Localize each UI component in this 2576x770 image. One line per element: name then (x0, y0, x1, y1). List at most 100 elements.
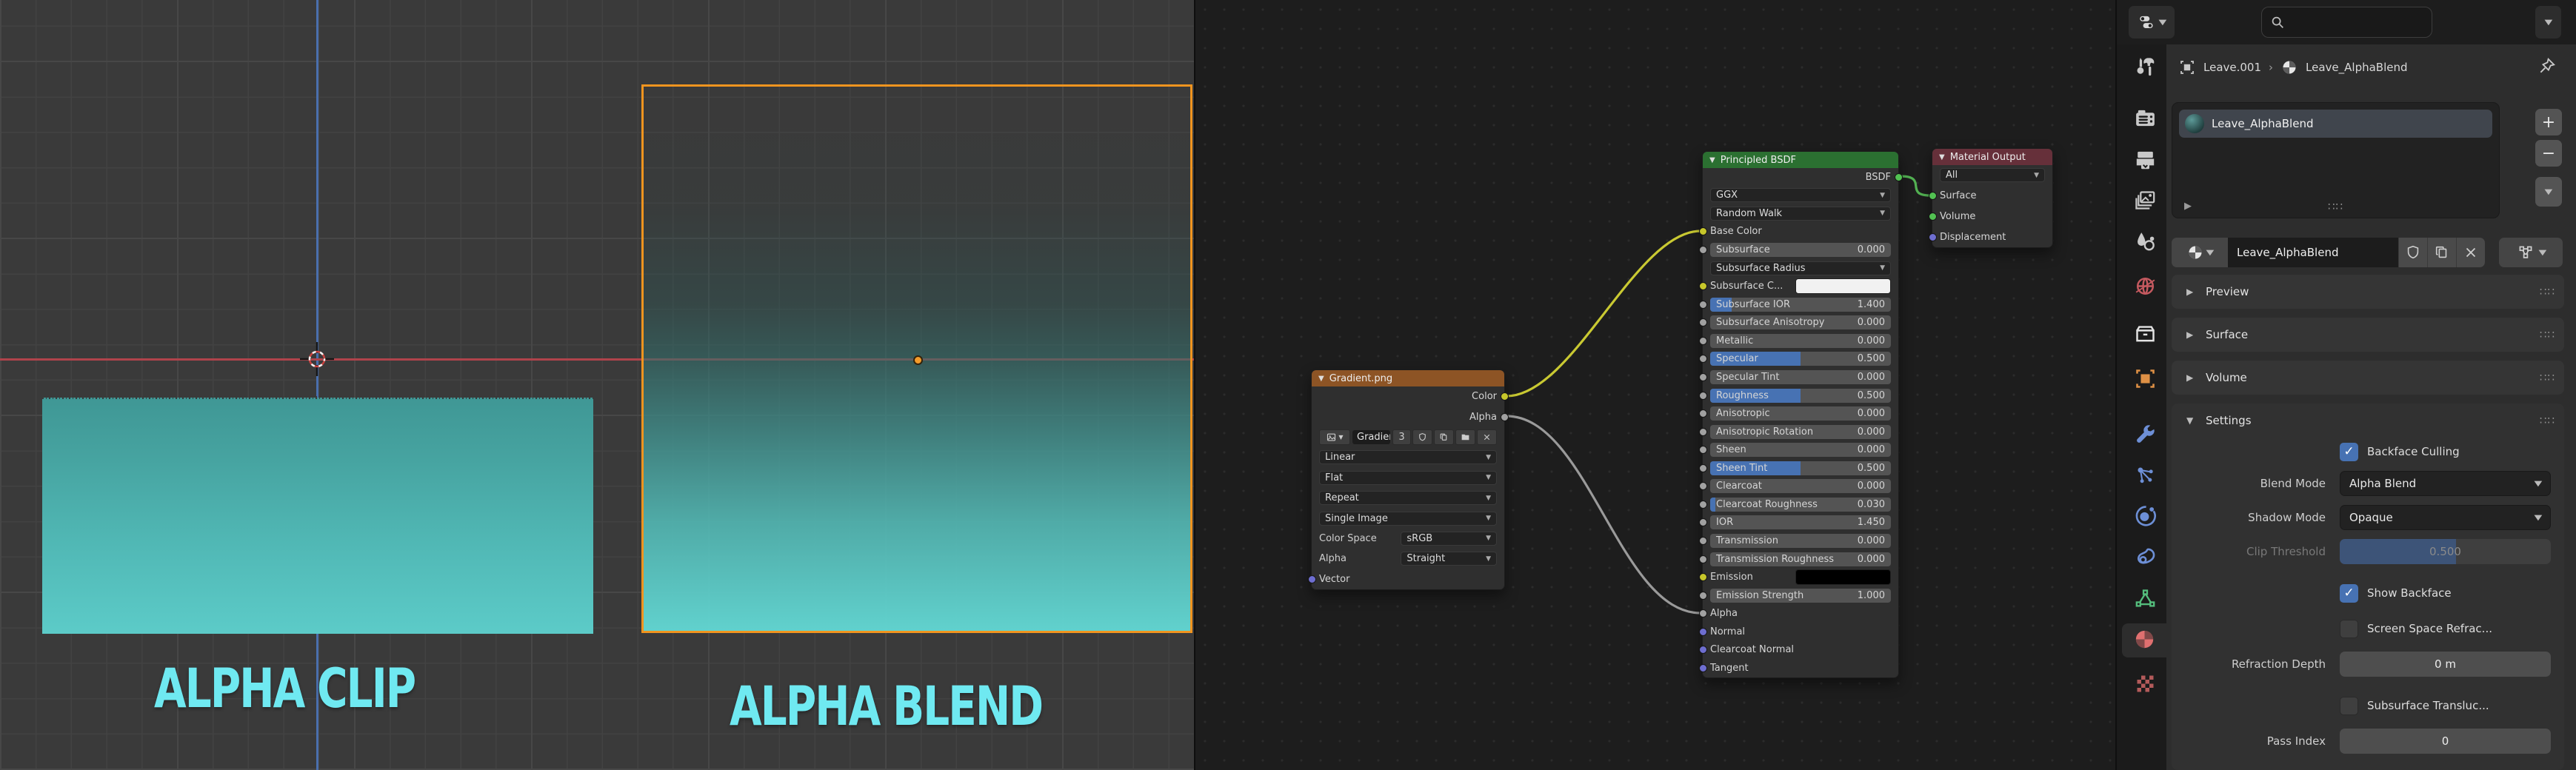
screen-space-refraction-checkbox[interactable]: Screen Space Refrac... (2340, 620, 2492, 638)
browse-material-button[interactable]: ▼ (2172, 238, 2228, 267)
node-value-slider[interactable]: Subsurface0.000 (1710, 243, 1891, 257)
node-row-normal[interactable]: Normal (1703, 623, 1898, 641)
value-socket[interactable] (1699, 246, 1707, 254)
users-count-button[interactable]: 3 (1392, 429, 1411, 445)
node-row-roughness[interactable]: Roughness0.500 (1703, 386, 1898, 405)
pin-icon[interactable] (2537, 56, 2557, 78)
tab-output[interactable] (2123, 144, 2166, 178)
collapse-icon[interactable]: ▼ (1939, 153, 1945, 161)
tab-constraints[interactable] (2123, 542, 2166, 576)
node-row-sheen-tint[interactable]: Sheen Tint0.500 (1703, 459, 1898, 478)
remove-slot-button[interactable]: − (2535, 140, 2562, 167)
value-socket[interactable] (1699, 609, 1707, 617)
shader-node-editor[interactable]: ▼ Gradient.pngColorAlpha ▼ Gradient.png … (1194, 0, 2117, 770)
node-row-alpha[interactable]: Alpha (1703, 605, 1898, 623)
collapse-icon[interactable]: ▼ (1709, 156, 1715, 164)
panel-drag-grip[interactable]: ∷∷ (2540, 371, 2555, 384)
value-socket[interactable] (1699, 373, 1707, 381)
copy-icon[interactable] (1434, 429, 1454, 445)
search-input[interactable] (2286, 16, 2407, 30)
node-dropdown[interactable]: Repeat▼ (1319, 491, 1497, 505)
node-row-surface[interactable]: Surface (1932, 186, 2052, 207)
color-swatch[interactable] (1795, 569, 1891, 585)
value-socket[interactable] (1699, 301, 1707, 309)
material-slot-item[interactable]: Leave_AlphaBlend (2179, 110, 2492, 138)
value-socket[interactable] (1699, 318, 1707, 327)
vector-socket[interactable] (1699, 646, 1707, 654)
node-value-slider[interactable]: Specular Tint0.000 (1710, 370, 1891, 384)
value-socket[interactable] (1501, 413, 1509, 421)
node-value-slider[interactable]: Specular0.500 (1710, 352, 1891, 366)
editor-type-button[interactable]: ▼ (2129, 6, 2175, 38)
alpha-clip-plane[interactable] (42, 398, 593, 634)
value-socket[interactable] (1699, 409, 1707, 418)
node-row-base-color[interactable]: Base Color (1703, 223, 1898, 241)
value-socket[interactable] (1699, 500, 1707, 509)
tab-modifiers[interactable] (2123, 418, 2166, 452)
node-row-flat[interactable]: Flat▼ (1312, 468, 1504, 488)
node-row-bsdf[interactable]: BSDF (1703, 168, 1898, 187)
tab-physics[interactable] (2123, 500, 2166, 534)
node-value-slider[interactable]: Transmission Roughness0.000 (1710, 552, 1891, 566)
image-name-field[interactable]: Gradient.png (1352, 430, 1390, 444)
fake-user-shield-icon[interactable] (2398, 238, 2427, 267)
panel-drag-grip[interactable]: ∷∷ (2540, 414, 2555, 427)
use-nodes-button[interactable]: ▼ (2499, 238, 2563, 267)
node-image-texture[interactable]: ▼ Gradient.pngColorAlpha ▼ Gradient.png … (1311, 369, 1505, 590)
node-row-transmission[interactable]: Transmission0.000 (1703, 532, 1898, 550)
node-row-random-walk[interactable]: Random Walk▼ (1703, 204, 1898, 223)
value-socket[interactable] (1699, 555, 1707, 563)
node-row-all[interactable]: All▼ (1932, 165, 2052, 186)
node-row-specular-tint[interactable]: Specular Tint0.000 (1703, 368, 1898, 386)
new-material-copy-icon[interactable] (2427, 238, 2456, 267)
color-swatch[interactable] (1795, 278, 1891, 294)
open-folder-icon[interactable] (1455, 429, 1475, 445)
node-dropdown[interactable]: Flat▼ (1319, 471, 1497, 485)
blend-mode-select[interactable]: Alpha Blend▼ (2340, 471, 2551, 496)
node-row-ior[interactable]: IOR1.450 (1703, 514, 1898, 532)
node-value-slider[interactable]: Anisotropic0.000 (1710, 406, 1891, 421)
panel-drag-grip[interactable]: ∷∷ (2540, 285, 2555, 298)
tab-scene[interactable] (2123, 226, 2166, 260)
node-row-img[interactable]: ▼ Gradient.png 3 (1312, 427, 1504, 447)
tab-object-data[interactable] (2123, 583, 2166, 617)
clip-threshold-slider[interactable]: 0.500 (2340, 539, 2551, 564)
tab-collection[interactable] (2123, 318, 2166, 352)
node-row-emission[interactable]: Emission (1703, 568, 1898, 586)
tab-tool[interactable] (2123, 51, 2166, 85)
node-header-image-texture[interactable]: ▼ Gradient.png (1312, 370, 1504, 386)
tab-view-layer[interactable] (2123, 184, 2166, 218)
panel-header-preview[interactable]: ▶ Preview ∷∷ (2172, 275, 2564, 309)
node-row-sheen[interactable]: Sheen0.000 (1703, 441, 1898, 459)
node-row-specular[interactable]: Specular0.500 (1703, 350, 1898, 369)
show-backface-checkbox[interactable]: ✓ Show Backface (2340, 584, 2452, 603)
node-row-clearcoat-roughness[interactable]: Clearcoat Roughness0.030 (1703, 495, 1898, 514)
value-socket[interactable] (1699, 592, 1707, 600)
node-value-slider[interactable]: Anisotropic Rotation0.000 (1710, 425, 1891, 439)
refraction-depth-field[interactable]: 0 m (2340, 652, 2551, 677)
tab-world[interactable] (2123, 270, 2166, 304)
node-row-color[interactable]: Color (1312, 386, 1504, 406)
node-header-principled-bsdf[interactable]: ▼ Principled BSDF (1703, 152, 1898, 168)
panel-drag-grip[interactable]: ∷∷ (2540, 328, 2555, 341)
vector-socket[interactable] (1699, 628, 1707, 636)
vector-socket[interactable] (1929, 233, 1937, 241)
node-row-volume[interactable]: Volume (1932, 207, 2052, 227)
tab-particles[interactable] (2123, 459, 2166, 493)
value-socket[interactable] (1699, 392, 1707, 400)
node-row-displacement[interactable]: Displacement (1932, 227, 2052, 247)
resize-grip[interactable]: ∷∷ (2328, 200, 2343, 213)
node-dropdown[interactable]: Straight▼ (1401, 552, 1497, 566)
vector-socket[interactable] (1699, 664, 1707, 672)
node-row-subsurface-c-[interactable]: Subsurface C... (1703, 277, 1898, 295)
fake-user-shield-icon[interactable] (1412, 429, 1432, 445)
node-row-single-image[interactable]: Single Image▼ (1312, 508, 1504, 528)
node-dropdown[interactable]: Linear▼ (1319, 450, 1497, 464)
backface-culling-checkbox[interactable]: ✓ Backface Culling (2340, 443, 2460, 461)
slot-specials-button[interactable]: ▼ (2535, 177, 2562, 207)
node-dropdown[interactable]: Random Walk▼ (1710, 207, 1891, 221)
node-row-anisotropic-rotation[interactable]: Anisotropic Rotation0.000 (1703, 423, 1898, 441)
node-row-subsurface[interactable]: Subsurface0.000 (1703, 241, 1898, 259)
node-row-metallic[interactable]: Metallic0.000 (1703, 332, 1898, 350)
add-slot-button[interactable]: + (2535, 109, 2562, 135)
